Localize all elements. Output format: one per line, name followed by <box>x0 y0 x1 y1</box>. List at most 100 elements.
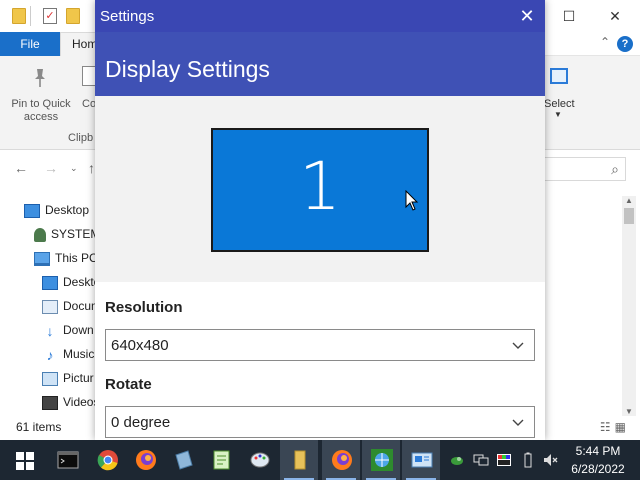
taskbar-app-blue[interactable] <box>164 440 202 480</box>
tray-app-icon[interactable] <box>449 452 465 468</box>
system-clock[interactable]: 5:44 PM 6/28/2022 <box>566 442 630 478</box>
resolution-label: Resolution <box>105 299 183 316</box>
rotate-label: Rotate <box>105 376 152 393</box>
taskbar-network-app[interactable] <box>362 440 400 480</box>
explorer-close-button[interactable]: ✕ <box>592 0 638 32</box>
nav-item-this-pc[interactable]: This PC <box>34 248 98 268</box>
terminal-icon <box>57 451 79 469</box>
help-icon[interactable]: ? <box>617 36 633 52</box>
dialog-header: Display Settings <box>95 32 545 96</box>
view-toggle-icons[interactable]: ☷▦ <box>600 420 630 434</box>
firefox-icon <box>136 450 156 470</box>
back-arrow-icon[interactable]: ← <box>14 160 28 176</box>
recent-locations-icon[interactable]: ⌄ <box>70 163 78 174</box>
close-icon: ✕ <box>519 6 535 26</box>
videos-icon <box>42 395 58 410</box>
music-icon: ♪ <box>46 346 54 363</box>
nav-item-label: This PC <box>55 251 98 265</box>
monitor-number: 1 <box>299 148 341 225</box>
clock-date: 6/28/2022 <box>571 462 625 476</box>
display-preview-area: 1 <box>95 96 545 282</box>
scrollbar-thumb[interactable] <box>624 208 634 224</box>
user-icon <box>34 227 46 242</box>
chrome-icon <box>97 450 118 471</box>
network-app-icon <box>371 449 393 471</box>
chevron-down-icon <box>512 342 524 349</box>
monitor-preview[interactable]: 1 <box>211 128 429 252</box>
tab-file[interactable]: File <box>0 32 60 56</box>
nav-item-label: Music <box>63 347 95 361</box>
taskbar-notepad[interactable] <box>202 440 240 480</box>
desktop-icon <box>42 275 58 290</box>
nav-item-downloads[interactable]: ↓ Down <box>42 320 94 340</box>
select-icon[interactable] <box>550 68 568 84</box>
nav-item-videos[interactable]: Videos <box>42 392 99 412</box>
nav-item-label: Down <box>63 323 94 337</box>
item-count: 61 items <box>16 420 62 434</box>
battery-icon[interactable] <box>520 452 536 468</box>
notepad-icon <box>213 450 230 470</box>
documents-icon <box>42 299 58 314</box>
explorer-maximize-button[interactable]: ☐ <box>546 0 592 32</box>
properties-icon[interactable]: ✓ <box>43 8 57 24</box>
resolution-select[interactable]: 640x480 <box>105 329 535 361</box>
nav-item-desktop-folder[interactable]: Deskto <box>42 272 100 292</box>
rotate-select[interactable]: 0 degree <box>105 406 535 438</box>
desktop-icon <box>24 203 40 218</box>
dialog-title-bar: Settings ✕ <box>95 0 545 32</box>
taskbar-firefox[interactable] <box>126 440 164 480</box>
folder-icon[interactable] <box>12 8 26 24</box>
new-folder-icon[interactable] <box>66 8 80 24</box>
taskbar-chrome[interactable] <box>88 440 126 480</box>
settings-dialog: Settings ✕ Display Settings 1 Resolution… <box>95 0 545 440</box>
pin-icon[interactable] <box>32 68 48 88</box>
chevron-down-icon <box>512 419 524 426</box>
search-input[interactable]: ⌕ <box>544 157 626 181</box>
taskbar-settings-app[interactable] <box>402 440 440 480</box>
color-app-icon[interactable] <box>496 452 512 468</box>
up-arrow-icon[interactable]: ↑ <box>88 160 95 176</box>
firefox-icon <box>332 450 352 470</box>
nav-item-label: SYSTEM <box>51 227 101 241</box>
network-icon[interactable] <box>473 452 489 468</box>
volume-muted-icon[interactable] <box>542 452 558 468</box>
start-button[interactable] <box>4 440 42 480</box>
nav-item-music[interactable]: ♪ Music <box>42 344 95 364</box>
taskbar-paint[interactable] <box>240 440 278 480</box>
nav-item-system[interactable]: SYSTEM <box>34 224 100 244</box>
chevron-up-icon[interactable]: ⌃ <box>600 35 610 49</box>
forward-arrow-icon[interactable]: → <box>44 160 58 176</box>
pin-to-quick-access-button[interactable]: Pin to Quick access <box>4 98 78 124</box>
scroll-down-icon[interactable]: ▼ <box>625 407 633 416</box>
nav-item-desktop[interactable]: Desktop <box>24 200 89 220</box>
file-explorer-icon <box>294 450 306 470</box>
taskbar-terminal[interactable] <box>48 440 86 480</box>
nav-item-pictures[interactable]: Pictur <box>42 368 94 388</box>
taskbar-firefox-open[interactable] <box>322 440 360 480</box>
chevron-down-icon[interactable]: ▼ <box>554 110 562 119</box>
pictures-icon <box>42 371 58 386</box>
divider <box>30 6 31 26</box>
select-button[interactable]: Select <box>544 98 575 110</box>
page-title: Display Settings <box>105 56 270 82</box>
scrollbar[interactable]: ▲ ▼ <box>622 196 636 416</box>
navigation-pane: Desktop SYSTEM This PC Deskto Docum ↓ Dow… <box>0 196 101 416</box>
mouse-cursor-icon <box>405 190 419 211</box>
nav-item-label: Videos <box>63 395 100 409</box>
app-icon <box>175 450 193 470</box>
nav-item-label: Desktop <box>45 203 90 217</box>
copy-button-label[interactable]: Co <box>82 98 96 110</box>
close-button[interactable]: ✕ <box>509 0 545 32</box>
taskbar-file-explorer[interactable] <box>280 440 318 480</box>
nav-item-documents[interactable]: Docum <box>42 296 101 316</box>
paint-icon <box>250 452 270 468</box>
downloads-icon: ↓ <box>46 322 54 339</box>
dialog-title: Settings <box>100 8 155 25</box>
computer-icon <box>34 251 50 266</box>
clock-time: 5:44 PM <box>575 444 621 458</box>
settings-panel: Resolution 640x480 Rotate 0 degree <box>95 282 545 440</box>
scroll-up-icon[interactable]: ▲ <box>625 196 633 205</box>
copy-icon[interactable] <box>82 66 96 86</box>
windows-icon <box>16 452 34 470</box>
nav-item-label: Pictur <box>63 371 94 385</box>
